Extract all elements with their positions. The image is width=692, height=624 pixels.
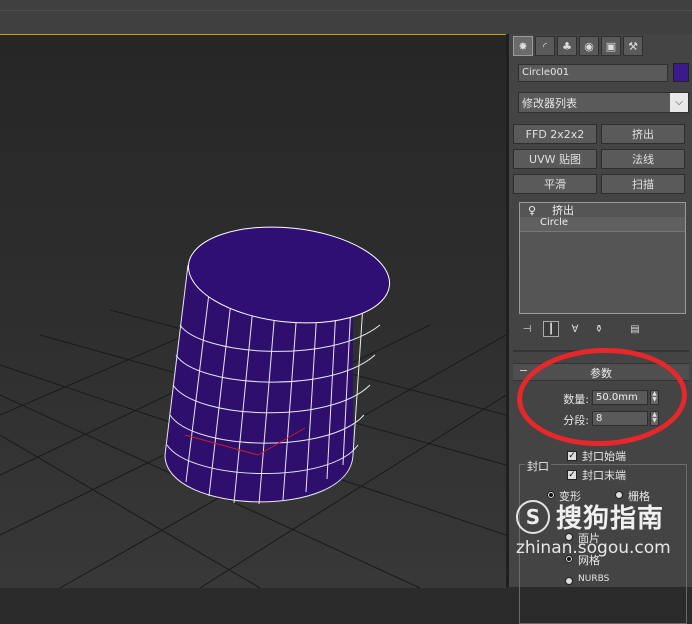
sogou-watermark: S 搜狗指南 zhinan.sogou.com <box>516 500 692 570</box>
motion-icon[interactable]: ◉ <box>579 36 599 56</box>
display-icon[interactable]: ▣ <box>601 36 621 56</box>
object-name-field[interactable]: Circle001 <box>518 64 668 82</box>
utilities-icon[interactable]: ⚒ <box>623 36 643 56</box>
hierarchy-icon[interactable]: ♣ <box>557 36 577 56</box>
perspective-viewport[interactable] <box>0 34 506 588</box>
stack-item-extrude-label: 挤出 <box>552 204 575 217</box>
show-end-result-icon[interactable]: ┃ <box>543 321 559 337</box>
top-toolbar <box>0 0 692 35</box>
stack-tools: ⊣ ┃ ∀ ⚱ ▤ <box>519 320 684 338</box>
lightbulb-icon[interactable]: ♀ <box>528 204 536 217</box>
make-unique-icon[interactable]: ∀ <box>567 321 583 337</box>
cap-end-checkbox[interactable]: ✓ <box>567 470 577 480</box>
cap-start-label: 封口始端 <box>582 450 626 463</box>
ffd-button[interactable]: FFD 2x2x2 <box>513 124 597 144</box>
output-nurbs-label: NURBS <box>578 574 610 584</box>
stack-item-extrude[interactable]: ♀ 挤出 <box>520 203 685 218</box>
uvw-map-button[interactable]: UVW 贴图 <box>513 149 597 169</box>
extrude-button[interactable]: 挤出 <box>601 124 685 144</box>
capping-group-title: 封口 <box>525 458 551 474</box>
configure-modifier-sets-icon[interactable]: ▤ <box>627 321 643 337</box>
morph-radio[interactable] <box>547 491 555 499</box>
viewport-scene <box>0 218 506 588</box>
remove-modifier-icon[interactable]: ⚱ <box>591 321 607 337</box>
smooth-button[interactable]: 平滑 <box>513 174 597 194</box>
chevron-down-icon[interactable]: ⌵ <box>670 93 688 112</box>
pin-stack-icon[interactable]: ⊣ <box>519 321 535 337</box>
create-icon[interactable]: ✸ <box>513 36 533 56</box>
output-nurbs-radio[interactable] <box>565 577 573 585</box>
cylinder-object[interactable] <box>164 218 394 505</box>
command-panel-tabs: ✸ ◜ ♣ ◉ ▣ ⚒ <box>513 36 643 58</box>
watermark-brand: 搜狗指南 <box>556 504 665 534</box>
modify-icon[interactable]: ◜ <box>535 36 555 56</box>
modifier-list-label: 修改器列表 <box>522 97 577 110</box>
modifier-stack[interactable]: ♀ 挤出 Circle <box>519 202 686 314</box>
object-color-swatch[interactable] <box>673 63 689 82</box>
normal-button[interactable]: 法线 <box>601 149 685 169</box>
stack-item-circle[interactable]: Circle <box>520 217 685 232</box>
cap-end-label: 封口末端 <box>582 469 626 482</box>
sweep-button[interactable]: 扫描 <box>601 174 685 194</box>
sogou-logo-icon: S <box>516 500 550 534</box>
cap-start-checkbox[interactable]: ✓ <box>567 451 577 461</box>
modifier-list-dropdown[interactable]: 修改器列表 ⌵ <box>518 92 689 113</box>
watermark-url: zhinan.sogou.com <box>516 538 671 558</box>
